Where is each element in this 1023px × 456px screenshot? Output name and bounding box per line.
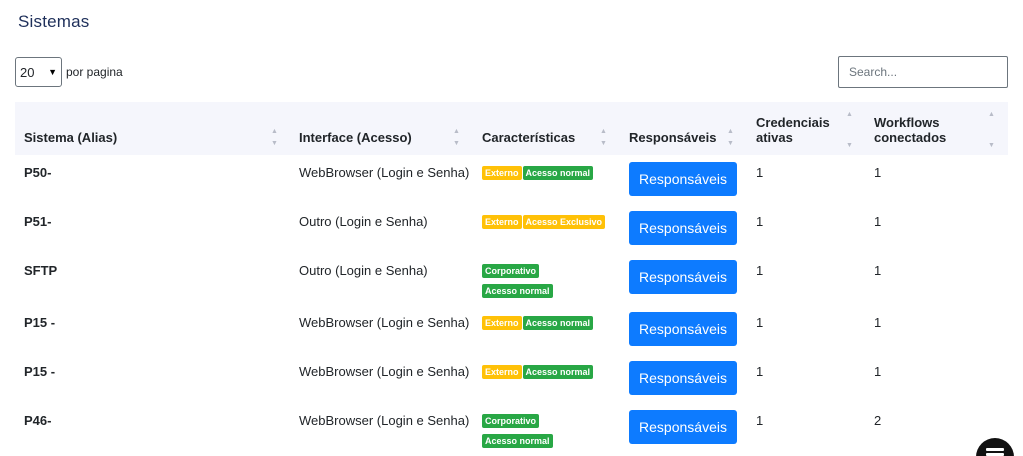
sort-arrows-icon: ▲ ▼ — [988, 111, 995, 149]
active-credentials: 1 — [756, 165, 764, 180]
page-length-select[interactable]: 20 ▼ — [15, 57, 62, 87]
responsibles-button[interactable]: Responsáveis — [629, 312, 737, 346]
header-workflows[interactable]: Workflows conectados ▲ ▼ — [865, 102, 1008, 155]
badge: Externo — [482, 365, 522, 379]
page-length-label: por pagina — [66, 65, 123, 79]
badge: Acesso normal — [482, 434, 553, 448]
features-badges: Externo Acesso normal — [482, 164, 622, 184]
chevron-down-icon: ▼ — [48, 67, 57, 77]
page-length-value: 20 — [20, 64, 35, 80]
system-interface: WebBrowser (Login e Senha) — [299, 413, 470, 428]
system-name[interactable]: P46- — [24, 413, 51, 428]
table-row: P15 - WebBrowser (Login e Senha) Externo… — [15, 354, 1008, 403]
badge: Externo — [482, 215, 522, 229]
page-title: Sistemas — [18, 12, 90, 31]
sort-arrows-icon: ▲ ▼ — [453, 128, 460, 147]
header-features-label: Características — [482, 130, 576, 145]
table-row: P50- WebBrowser (Login e Senha) Externo A… — [15, 155, 1008, 204]
header-responsibles[interactable]: Responsáveis ▲ ▼ — [620, 102, 747, 155]
badge: Acesso normal — [522, 316, 594, 330]
connected-workflows: 1 — [874, 364, 882, 379]
header-interface[interactable]: Interface (Acesso) ▲ ▼ — [290, 102, 473, 155]
connected-workflows: 2 — [874, 413, 882, 428]
header-workflows-line1: Workflows — [874, 115, 940, 130]
system-name[interactable]: P15 - — [24, 364, 55, 379]
header-credentials-line1: Credenciais — [756, 115, 830, 130]
system-interface: WebBrowser (Login e Senha) — [299, 364, 470, 379]
header-responsibles-label: Responsáveis — [629, 130, 717, 145]
active-credentials: 1 — [756, 214, 764, 229]
header-name-label: Sistema (Alias) — [24, 130, 118, 145]
active-credentials: 1 — [756, 364, 764, 379]
badge: Acesso normal — [522, 166, 594, 180]
features-badges: Externo Acesso normal — [482, 314, 622, 334]
badge: Corporativo — [482, 414, 540, 428]
connected-workflows: 1 — [874, 315, 882, 330]
badge: Externo — [482, 316, 522, 330]
sort-arrows-icon: ▲ ▼ — [271, 128, 278, 147]
active-credentials: 1 — [756, 413, 764, 428]
table-row: SFTP Outro (Login e Senha) Corporativo Ac… — [15, 253, 1008, 302]
search-placeholder: Search... — [849, 65, 898, 79]
features-badges: Externo Acesso Exclusivo — [482, 213, 622, 233]
page-length-control: 20 ▼ por pagina — [15, 57, 123, 87]
system-name[interactable]: P15 - — [24, 315, 55, 330]
system-interface: Outro (Login e Senha) — [299, 263, 428, 278]
table-row: P46- WebBrowser (Login e Senha) Corporat… — [15, 403, 1008, 452]
badge: Acesso normal — [482, 284, 553, 298]
features-badges: Externo Acesso normal — [482, 363, 622, 383]
connected-workflows: 1 — [874, 214, 882, 229]
table-row: P15 - WebBrowser (Login e Senha) Externo… — [15, 305, 1008, 354]
responsibles-button[interactable]: Responsáveis — [629, 162, 737, 196]
header-interface-label: Interface (Acesso) — [299, 130, 412, 145]
features-badges: Corporativo Acesso normal — [482, 262, 622, 302]
table-row: P51- Outro (Login e Senha) Externo Acesso… — [15, 204, 1008, 253]
search-input[interactable]: Search... — [838, 56, 1008, 88]
responsibles-button[interactable]: Responsáveis — [629, 260, 737, 294]
connected-workflows: 1 — [874, 263, 882, 278]
system-name[interactable]: P51- — [24, 214, 51, 229]
system-name[interactable]: SFTP — [24, 263, 57, 278]
system-name[interactable]: P50- — [24, 165, 51, 180]
header-credentials-line2: ativas — [756, 130, 793, 145]
system-interface: WebBrowser (Login e Senha) — [299, 165, 470, 180]
header-name[interactable]: Sistema (Alias) ▲ ▼ — [15, 102, 290, 155]
badge: Acesso normal — [522, 365, 594, 379]
header-workflows-label: Workflows conectados — [874, 115, 946, 145]
sort-arrows-icon: ▲ ▼ — [846, 111, 853, 149]
sort-arrows-icon: ▲ ▼ — [727, 128, 734, 147]
sort-arrows-icon: ▲ ▼ — [600, 128, 607, 147]
features-badges: Corporativo Acesso normal — [482, 412, 622, 452]
badge: Acesso Exclusivo — [522, 215, 606, 229]
header-credentials-label: Credenciais ativas — [756, 115, 830, 145]
header-credentials[interactable]: Credenciais ativas ▲ ▼ — [747, 102, 865, 155]
responsibles-button[interactable]: Responsáveis — [629, 361, 737, 395]
system-interface: WebBrowser (Login e Senha) — [299, 315, 470, 330]
table-header: Sistema (Alias) ▲ ▼ Interface (Acesso) ▲ ▼… — [15, 102, 1008, 155]
header-features[interactable]: Características ▲ ▼ — [473, 102, 620, 155]
active-credentials: 1 — [756, 263, 764, 278]
connected-workflows: 1 — [874, 165, 882, 180]
responsibles-button[interactable]: Responsáveis — [629, 410, 737, 444]
system-interface: Outro (Login e Senha) — [299, 214, 428, 229]
responsibles-button[interactable]: Responsáveis — [629, 211, 737, 245]
active-credentials: 1 — [756, 315, 764, 330]
header-workflows-line2: conectados — [874, 130, 947, 145]
badge: Externo — [482, 166, 522, 180]
badge: Corporativo — [482, 264, 540, 278]
